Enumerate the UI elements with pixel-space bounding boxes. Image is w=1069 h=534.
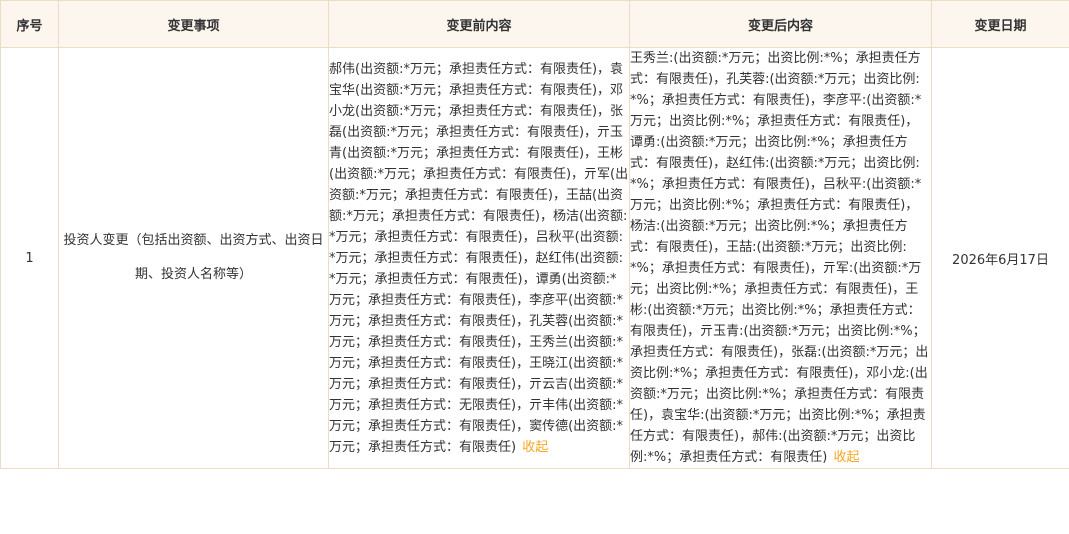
before-content-text: 郝伟(出资额:*万元；承担责任方式：有限责任)，袁宝华(出资额:*万元；承担责任… <box>329 61 629 455</box>
before-collapse-link[interactable]: 收起 <box>522 440 548 455</box>
row-change-date: 2026年6月17日 <box>931 47 1069 469</box>
row-after-content: 王秀兰:(出资额:*万元；出资比例:*%；承担责任方式：有限责任)，孔芙蓉:(出… <box>629 47 932 469</box>
after-collapse-link[interactable]: 收起 <box>833 450 859 465</box>
after-content-text: 王秀兰:(出资额:*万元；出资比例:*%；承担责任方式：有限责任)，孔芙蓉:(出… <box>630 51 929 465</box>
header-before-content: 变更前内容 <box>328 0 630 48</box>
header-change-item: 变更事项 <box>58 0 329 48</box>
row-index: 1 <box>0 47 59 469</box>
change-record-panel: 序号 变更事项 变更前内容 变更后内容 变更日期 1 投资人变更（包括出资额、出… <box>0 0 1069 534</box>
row-change-item: 投资人变更（包括出资额、出资方式、出资日期、投资人名称等） <box>58 47 329 469</box>
table-header-row: 序号 变更事项 变更前内容 变更后内容 变更日期 <box>0 0 1069 48</box>
table-row: 1 投资人变更（包括出资额、出资方式、出资日期、投资人名称等） 郝伟(出资额:*… <box>0 47 1069 469</box>
header-change-date: 变更日期 <box>931 0 1069 48</box>
change-record-table: 序号 变更事项 变更前内容 变更后内容 变更日期 1 投资人变更（包括出资额、出… <box>0 0 1069 469</box>
row-before-content: 郝伟(出资额:*万元；承担责任方式：有限责任)，袁宝华(出资额:*万元；承担责任… <box>328 47 630 469</box>
header-after-content: 变更后内容 <box>629 0 932 48</box>
header-index: 序号 <box>0 0 59 48</box>
